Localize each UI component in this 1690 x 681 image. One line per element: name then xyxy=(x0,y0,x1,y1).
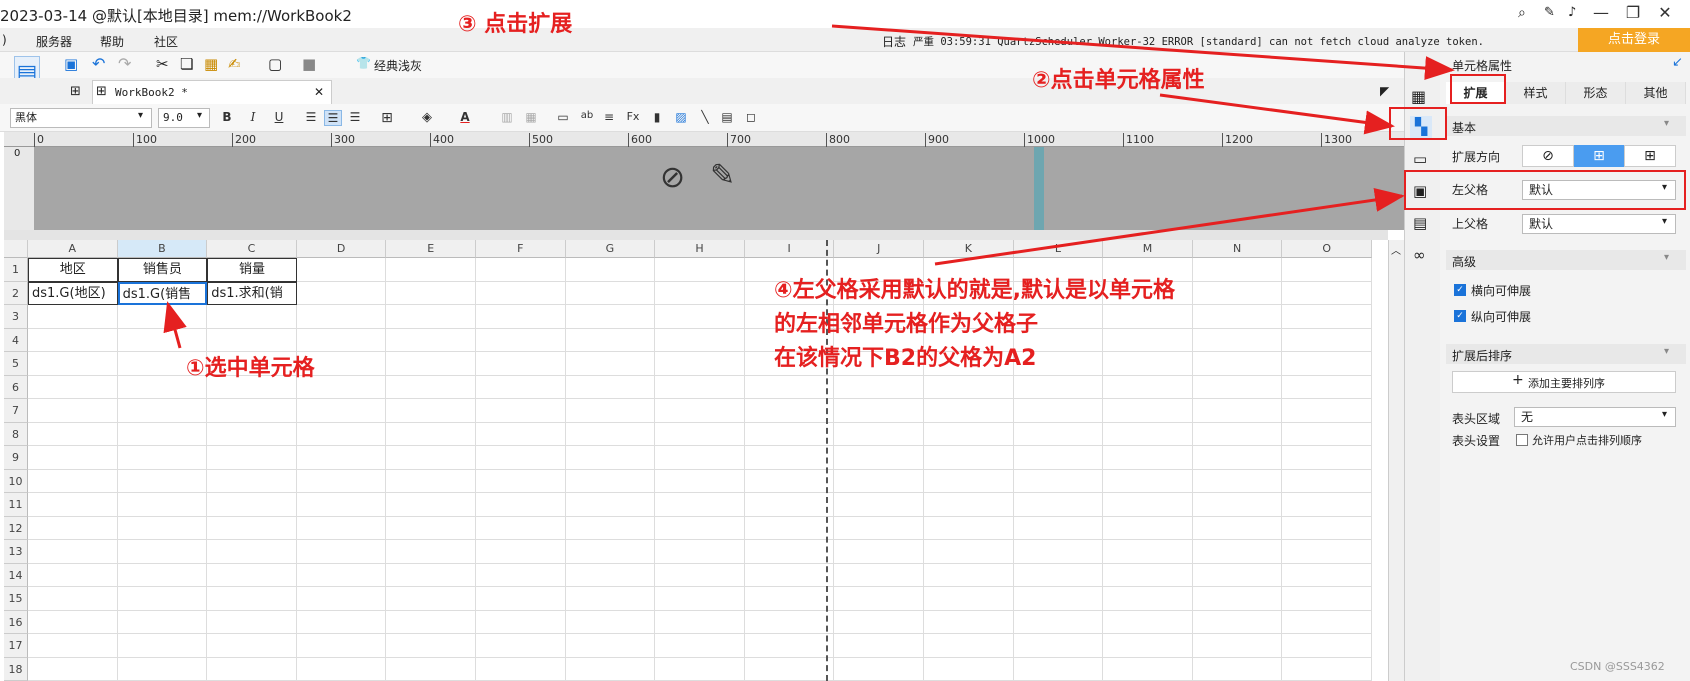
arrow-select-cell xyxy=(163,301,187,349)
annotation-step4-line1: ④左父格采用默认的就是,默认是以单元格 xyxy=(774,278,1175,303)
annotation-step1: ①选中单元格 xyxy=(186,356,315,381)
annotation-step4-line3: 在该情况下B2的父格为A2 xyxy=(774,346,1037,371)
annotation-step3: ③ 点击扩展 xyxy=(458,12,573,37)
arrow-cell-attr xyxy=(1159,93,1395,135)
annotation-step2: ②点击单元格属性 xyxy=(1032,68,1205,93)
watermark: CSDN @SSS4362 xyxy=(1570,660,1665,673)
arrow-left-parent xyxy=(934,188,1405,266)
annotation-step4-line2: 的左相邻单元格作为父格子 xyxy=(774,312,1039,337)
